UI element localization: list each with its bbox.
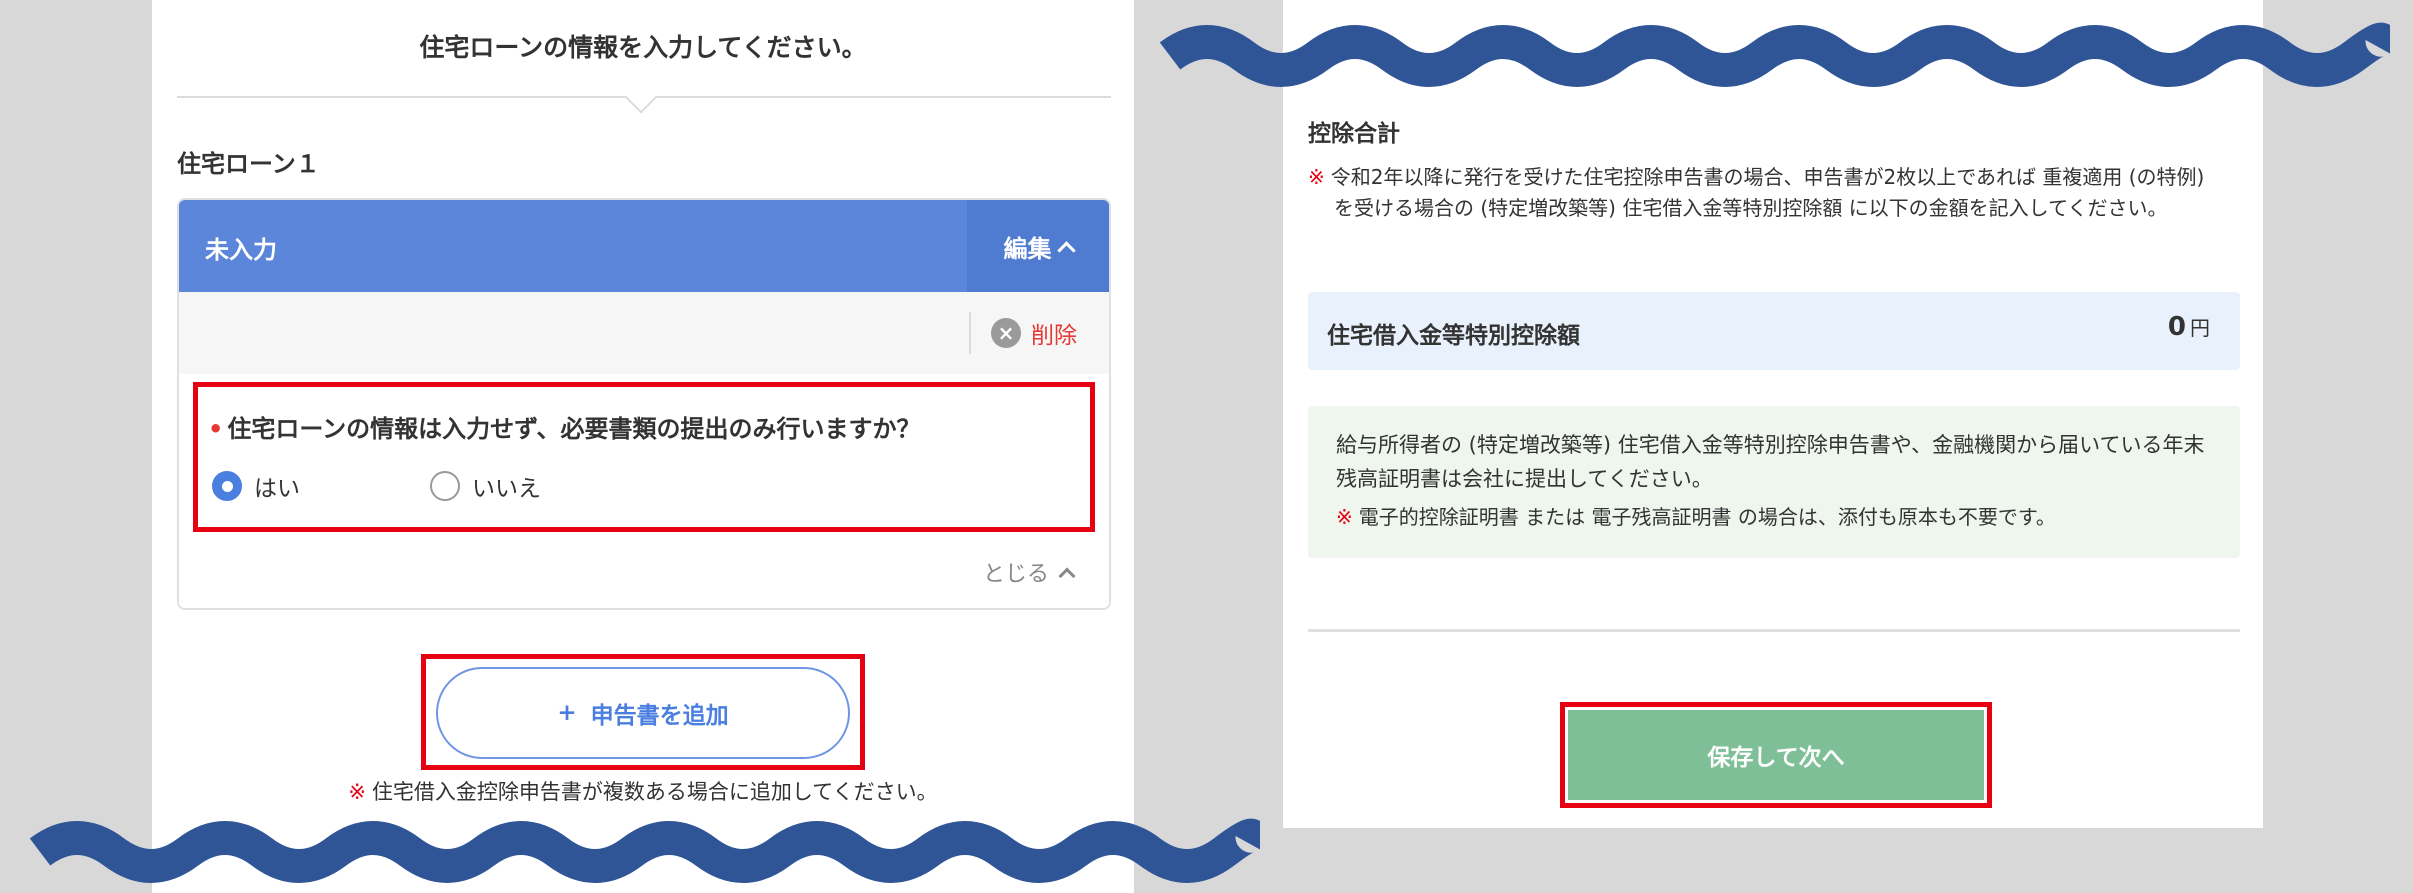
deduction-total-title: 控除合計	[1308, 121, 1400, 147]
loan-card: 未入力 編集 × 削除 • 住宅ローンの情報は入力せず、必要書類の提出のみ行います…	[177, 198, 1111, 610]
add-note: ※ 住宅借入金控除申告書が複数ある場合に追加してください。	[152, 776, 1134, 806]
deduction-unit: 円	[2190, 316, 2210, 340]
note-mark: ※	[348, 780, 366, 804]
close-link[interactable]: とじる	[982, 556, 1076, 588]
bottom-wave-decoration	[30, 818, 1260, 883]
top-wave-decoration	[1160, 22, 2390, 87]
add-declaration-button[interactable]: + 申告書を追加	[436, 667, 850, 759]
submission-info-box: 給与所得者の (特定増改築等) 住宅借入金等特別控除申告書や、金融機関から届いて…	[1308, 406, 2240, 558]
radio-no[interactable]: いいえ	[430, 469, 541, 503]
question-highlight-box: • 住宅ローンの情報は入力せず、必要書類の提出のみ行いますか？ はい いいえ	[193, 382, 1095, 532]
submission-info-text: 給与所得者の (特定増改築等) 住宅借入金等特別控除申告書や、金融機関から届いて…	[1336, 433, 2205, 491]
loan-section-title: 住宅ローン１	[177, 150, 320, 178]
question-text: • 住宅ローンの情報は入力せず、必要書類の提出のみ行いますか？	[208, 409, 920, 444]
right-panel: 控除合計 ※ 令和2年以降に発行を受けた住宅控除申告書の場合、申告書が2枚以上であ…	[1283, 0, 2263, 828]
save-button-highlight: 保存して次へ	[1560, 702, 1992, 808]
status-label: 未入力	[205, 236, 277, 264]
radio-checked-icon	[212, 471, 242, 501]
submission-info-note-text: 電子的控除証明書 または 電子残高証明書 の場合は、添付も原本も不要です。	[1358, 505, 2056, 529]
deduction-amount-value: 0円	[2168, 312, 2210, 342]
delete-label: 削除	[1031, 323, 1077, 349]
deduction-amount-label: 住宅借入金等特別控除額	[1327, 323, 1580, 349]
delete-button[interactable]: × 削除	[991, 316, 1077, 350]
note-mark: ※	[1336, 505, 1353, 529]
radio-yes[interactable]: はい	[212, 469, 300, 503]
card-header: 未入力 編集	[179, 200, 1109, 292]
note-mark: ※	[1308, 165, 1325, 189]
submission-info-note: ※ 電子的控除証明書 または 電子残高証明書 の場合は、添付も原本も不要です。	[1336, 500, 2212, 534]
add-note-text: 住宅借入金控除申告書が複数ある場合に追加してください。	[371, 780, 938, 804]
edit-button[interactable]: 編集	[967, 200, 1109, 292]
radio-yes-label: はい	[254, 476, 300, 502]
chevron-up-icon	[1058, 567, 1076, 585]
divider-notch	[625, 82, 657, 114]
section-divider	[1308, 629, 2240, 632]
card-toolbar: × 削除	[179, 292, 1109, 374]
deduction-note-text: 令和2年以降に発行を受けた住宅控除申告書の場合、申告書が2枚以上であれば 重複適…	[1330, 165, 2205, 220]
chevron-up-icon	[1056, 240, 1076, 260]
deduction-value: 0	[2167, 312, 2186, 342]
save-next-button[interactable]: 保存して次へ	[1568, 710, 1984, 800]
toolbar-separator	[969, 312, 971, 354]
deduction-amount-row: 住宅借入金等特別控除額 0円	[1308, 292, 2240, 370]
required-mark: •	[208, 415, 224, 443]
left-panel: 住宅ローンの情報を入力してください。 住宅ローン１ 未入力 編集 × 削除 • 住…	[152, 0, 1134, 893]
close-label: とじる	[982, 562, 1049, 587]
close-circle-icon: ×	[991, 318, 1021, 348]
radio-no-label: いいえ	[472, 476, 541, 502]
page-heading: 住宅ローンの情報を入力してください。	[419, 33, 867, 62]
radio-unchecked-icon	[430, 471, 460, 501]
deduction-note: ※ 令和2年以降に発行を受けた住宅控除申告書の場合、申告書が2枚以上であれば 重複…	[1308, 162, 2228, 224]
edit-label: 編集	[1003, 234, 1052, 263]
add-button-highlight: + 申告書を追加	[421, 654, 865, 770]
add-button-label: 申告書を追加	[590, 703, 729, 729]
plus-icon: +	[557, 700, 577, 726]
question-label: 住宅ローンの情報は入力せず、必要書類の提出のみ行いますか？	[227, 415, 921, 443]
